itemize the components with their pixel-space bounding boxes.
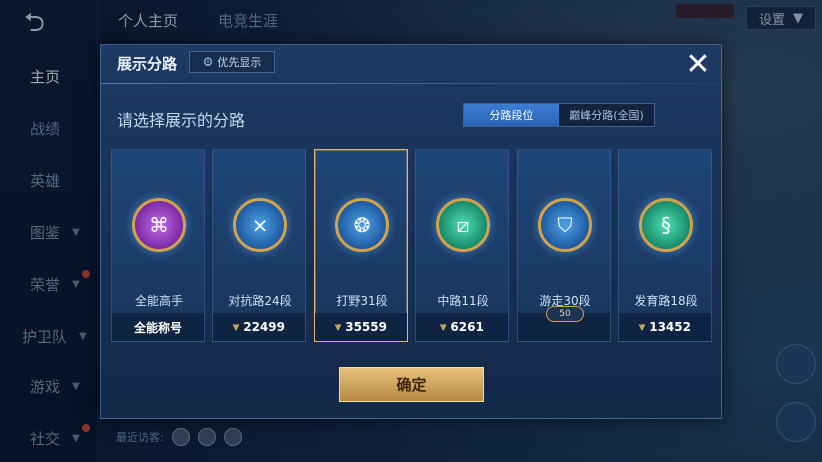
lane-footer: ⩔ 22499 (213, 313, 305, 341)
clash-lane-emblem-icon: ⨯ (233, 198, 287, 252)
tab-lane-rank[interactable]: 分路段位 (464, 104, 559, 126)
lane-display-dialog: 展示分路 ⚙ 优先显示 ✕ 请选择展示的分路 分路段位 巅峰分路(全国) ⌘ 全… (100, 44, 723, 419)
lane-card-roam[interactable]: ⛉ 游走30段 50 (517, 149, 611, 342)
level-badge: 50 (546, 306, 584, 322)
jungle-dragon-emblem-icon: ❂ (335, 198, 389, 252)
lane-name: 对抗路24段 (228, 294, 292, 308)
score-wing-icon: ⩔ (233, 320, 240, 333)
farm-lane-emblem-icon: § (639, 198, 693, 252)
tab-peak-lane[interactable]: 巅峰分路(全国) (559, 104, 654, 126)
lane-card-farm[interactable]: § 发育路18段 ⩔ 13452 (618, 149, 712, 342)
priority-display-button[interactable]: ⚙ 优先显示 (189, 51, 275, 73)
lane-footer: 全能称号 (112, 313, 204, 341)
lane-footer: ⩔ 6261 (416, 313, 508, 341)
lane-card-jungle[interactable]: ❂ 打野31段 ⩔ 35559 (314, 149, 408, 342)
gear-icon: ⚙ (202, 55, 214, 69)
lane-footer: ⩔ 35559 (315, 313, 407, 341)
lane-name: 发育路18段 (634, 294, 698, 308)
dialog-subtitle: 请选择展示的分路 (117, 111, 246, 130)
lane-name: 中路11段 (437, 294, 489, 308)
close-icon[interactable]: ✕ (682, 49, 714, 81)
lane-score: 6261 (450, 320, 484, 334)
lane-name: 打野31段 (336, 294, 388, 308)
lane-mode-toggle: 分路段位 巅峰分路(全国) (463, 103, 655, 127)
divider (101, 83, 723, 84)
lane-score: 22499 (243, 320, 285, 334)
lane-cards: ⌘ 全能高手 全能称号 ⨯ 对抗路24段 ⩔ 22499 ❂ 打野31段 ⩔ 3… (111, 149, 713, 342)
lane-card-allround[interactable]: ⌘ 全能高手 全能称号 (111, 149, 205, 342)
score-wing-icon: ⩔ (440, 320, 447, 333)
lane-score: 13452 (649, 320, 691, 334)
lane-score: 35559 (345, 320, 387, 334)
lane-card-clash[interactable]: ⨯ 对抗路24段 ⩔ 22499 (212, 149, 306, 342)
allround-emblem-icon: ⌘ (132, 198, 186, 252)
lane-card-mid[interactable]: ⧄ 中路11段 ⩔ 6261 (415, 149, 509, 342)
dialog-title: 展示分路 (117, 55, 178, 73)
mid-lane-emblem-icon: ⧄ (436, 198, 490, 252)
score-wing-icon: ⩔ (335, 320, 342, 333)
lane-footer-text: 全能称号 (133, 320, 182, 335)
roam-shield-emblem-icon: ⛉ (538, 198, 592, 252)
lane-name: 全能高手 (134, 294, 183, 308)
priority-label: 优先显示 (217, 56, 262, 69)
confirm-button[interactable]: 确定 (339, 367, 484, 402)
score-wing-icon: ⩔ (639, 320, 646, 333)
lane-footer: ⩔ 13452 (619, 313, 711, 341)
